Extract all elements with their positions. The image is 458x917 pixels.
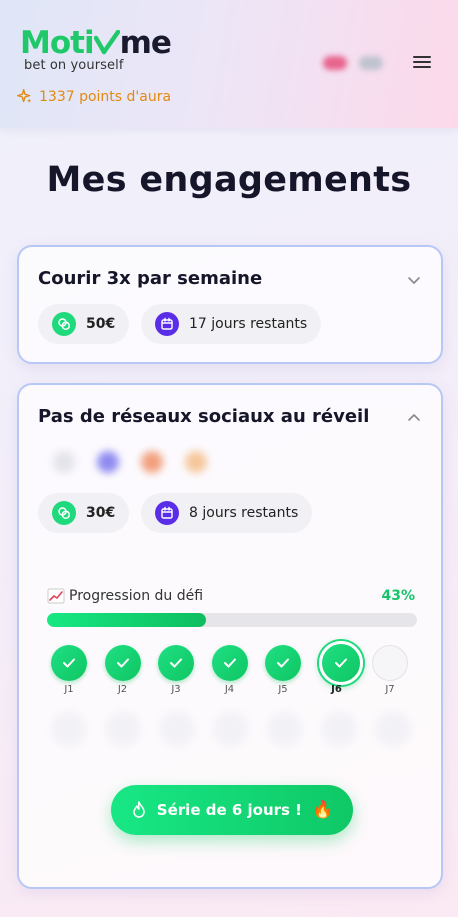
page-title: Mes engagements — [46, 160, 412, 200]
check-icon — [318, 641, 363, 685]
progress-percent: 43% — [381, 588, 415, 604]
day-j4[interactable]: J4 — [211, 645, 248, 695]
remaining-pill: 17 jours restants — [141, 304, 322, 344]
day-label: J2 — [117, 684, 128, 695]
commitment-title: Courir 3x par semaine — [38, 268, 263, 289]
coins-icon — [52, 501, 76, 525]
logo-check-icon — [93, 25, 120, 61]
day-label: J7 — [385, 684, 395, 695]
check-icon — [158, 645, 194, 681]
day-label: J6 — [331, 684, 342, 695]
blurred-social-icons — [53, 451, 207, 473]
day-label: J4 — [224, 684, 235, 695]
stake-pill: 50€ — [38, 304, 130, 344]
commitment-card-expanded[interactable]: Pas de réseaux sociaux au réveil 30€ 8 j… — [17, 383, 443, 889]
commitment-card[interactable]: Courir 3x par semaine 50€ 17 jours resta… — [17, 245, 443, 364]
commitment-title: Pas de réseaux sociaux au réveil — [38, 406, 370, 427]
logo[interactable]: Moti me bet on yourself — [20, 25, 172, 73]
calendar-icon — [155, 501, 179, 525]
hamburger-menu-icon[interactable] — [413, 56, 431, 70]
calendar-icon — [155, 312, 179, 336]
day-j6[interactable]: J6 — [318, 641, 363, 695]
stake-amount: 30€ — [86, 505, 116, 521]
day-label: J1 — [64, 684, 74, 695]
blurred-avatar[interactable] — [323, 56, 347, 70]
stake-pill: 30€ — [38, 493, 130, 533]
sparkle-icon — [17, 89, 32, 103]
blurred-day-row — [51, 711, 411, 771]
check-icon — [104, 645, 141, 681]
day-j7[interactable]: J7 — [372, 645, 408, 695]
logo-brand-part1: Moti — [20, 25, 95, 61]
check-icon — [51, 645, 87, 681]
progress-label-text: Progression du défi — [69, 588, 204, 604]
check-icon — [211, 645, 248, 681]
aura-points: 1337 points d'aura — [16, 88, 171, 105]
chevron-down-icon[interactable] — [407, 273, 421, 287]
remaining-pill: 8 jours restants — [141, 493, 313, 533]
streak-button[interactable]: Série de 6 jours ! 🔥 — [111, 785, 353, 835]
chart-up-icon — [47, 588, 65, 604]
app-header: Moti me bet on yourself 1337 points d'aur… — [0, 0, 458, 128]
day-j3[interactable]: J3 — [158, 645, 194, 695]
day-empty-circle — [372, 645, 408, 681]
day-label: J3 — [171, 684, 181, 695]
remaining-days: 8 jours restants — [189, 505, 299, 521]
blurred-badge[interactable] — [359, 56, 383, 70]
streak-label: Série de 6 jours ! — [156, 801, 303, 819]
aura-text: 1337 points d'aura — [39, 88, 172, 105]
check-icon — [265, 645, 301, 681]
logo-brand-part2: me — [119, 25, 172, 61]
remaining-days: 17 jours restants — [189, 316, 308, 332]
flame-outline-icon — [133, 801, 145, 818]
day-label: J5 — [278, 684, 288, 695]
day-j1[interactable]: J1 — [51, 645, 87, 695]
coins-icon — [52, 312, 76, 336]
fire-emoji-icon: 🔥 — [312, 800, 334, 820]
day-j5[interactable]: J5 — [265, 645, 301, 695]
progress-label: Progression du défi — [47, 588, 203, 604]
day-j2[interactable]: J2 — [104, 645, 141, 695]
stake-amount: 50€ — [86, 316, 116, 332]
progress-bar — [47, 613, 417, 627]
chevron-up-icon[interactable] — [407, 411, 421, 425]
progress-bar-fill — [47, 613, 207, 627]
